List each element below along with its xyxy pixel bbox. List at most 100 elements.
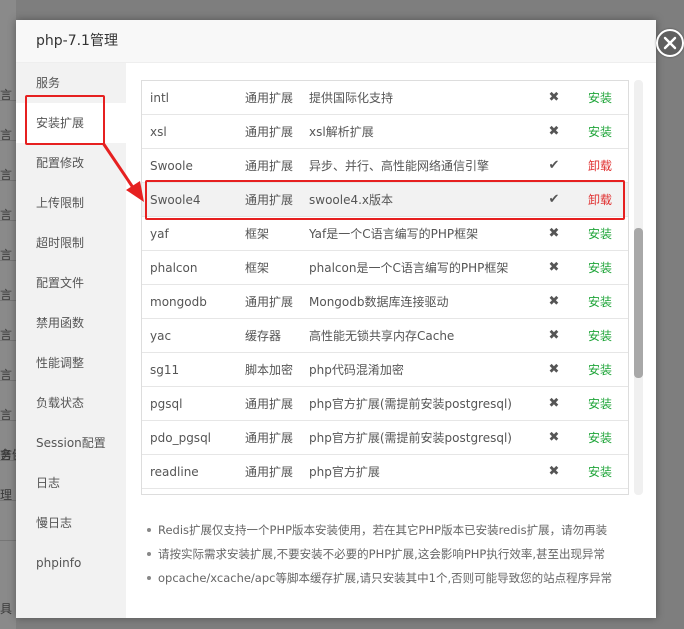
content-panel: intl 通用扩展 提供国际化支持 ✖ 安装 xsl 通用扩展 xsl解析扩展 ✖ 安装 Swool… bbox=[126, 63, 656, 618]
table-row: pgsql 通用扩展 php官方扩展(需提前安装postgresql) ✖ 安装 bbox=[142, 387, 628, 421]
extension-name: pdo_pgsql bbox=[150, 431, 212, 445]
extension-type: 通用扩展 bbox=[245, 431, 294, 445]
background-divider bbox=[0, 420, 16, 421]
cross-icon: ✖ bbox=[548, 124, 560, 139]
annotation-highlight-row bbox=[145, 180, 625, 220]
sidebar-item[interactable]: 负载状态 bbox=[16, 383, 126, 423]
extension-name: sg11 bbox=[150, 363, 180, 377]
background-divider bbox=[0, 300, 16, 301]
sidebar-item[interactable]: Session配置 bbox=[16, 423, 126, 463]
install-link[interactable]: 安装 bbox=[588, 319, 612, 353]
extension-description: Yaf是一个C语言编写的PHP框架 bbox=[309, 227, 479, 241]
background-divider bbox=[0, 180, 16, 181]
extension-name: intl bbox=[150, 91, 169, 105]
sidebar-item[interactable]: 配置文件 bbox=[16, 263, 126, 303]
table-row: intl 通用扩展 提供国际化支持 ✖ 安装 bbox=[142, 81, 628, 115]
extension-description: php官方扩展(需提前安装postgresql) bbox=[309, 397, 512, 411]
sidebar-item[interactable]: 性能调整 bbox=[16, 343, 126, 383]
extension-type: 通用扩展 bbox=[245, 295, 294, 309]
table-row: yac 缓存器 高性能无锁共享内存Cache ✖ 安装 bbox=[142, 319, 628, 353]
sidebar-item[interactable]: 慢日志 bbox=[16, 503, 126, 543]
annotation-highlight-sidebar bbox=[25, 95, 105, 145]
extension-type: 通用扩展 bbox=[245, 397, 294, 411]
cross-icon: ✖ bbox=[548, 226, 560, 241]
install-link[interactable]: 安装 bbox=[588, 217, 612, 251]
extension-type: 框架 bbox=[245, 261, 270, 275]
extension-name: yac bbox=[150, 329, 172, 343]
extension-type: 框架 bbox=[245, 227, 270, 241]
background-divider bbox=[0, 100, 16, 101]
install-link[interactable]: 安装 bbox=[588, 115, 612, 149]
table-row: pdo_pgsql 通用扩展 php官方扩展(需提前安装postgresql) ✖ 安装 bbox=[142, 421, 628, 455]
extension-name: xsl bbox=[150, 125, 167, 139]
extension-description: php代码混淆加密 bbox=[309, 363, 404, 377]
extension-name: pgsql bbox=[150, 397, 183, 411]
background-divider bbox=[0, 140, 16, 141]
install-link[interactable]: 安装 bbox=[588, 455, 612, 489]
install-link[interactable]: 安装 bbox=[588, 81, 612, 115]
sidebar-item[interactable]: 日志 bbox=[16, 463, 126, 503]
dialog-title: php-7.1管理 bbox=[16, 20, 656, 63]
cross-icon: ✖ bbox=[548, 396, 560, 411]
background-divider bbox=[0, 340, 16, 341]
background-text: 具 bbox=[0, 602, 13, 616]
extension-description: 异步、并行、高性能网络通信引擎 bbox=[309, 159, 490, 173]
extension-name: mongodb bbox=[150, 295, 207, 309]
sidebar-item[interactable]: phpinfo bbox=[16, 543, 126, 583]
extension-name: Swoole bbox=[150, 159, 193, 173]
extension-type: 通用扩展 bbox=[245, 159, 294, 173]
scrollbar-thumb[interactable] bbox=[634, 228, 643, 378]
annotation-arrow bbox=[101, 142, 144, 202]
table-row: xsl 通用扩展 xsl解析扩展 ✖ 安装 bbox=[142, 115, 628, 149]
php-manage-dialog: php-7.1管理 服务 安装扩展 配置修改 上传限制 超时限制 配置文件 禁用函数 性能调整… bbox=[16, 20, 684, 618]
table-row: readline 通用扩展 php官方扩展 ✖ 安装 bbox=[142, 455, 628, 489]
install-link[interactable]: 安装 bbox=[588, 285, 612, 319]
background-strip: 言言言言言言言言言言言务健理具 bbox=[0, 0, 16, 629]
extension-description: phalcon是一个C语言编写的PHP框架 bbox=[309, 261, 509, 275]
install-link[interactable]: 安装 bbox=[588, 421, 612, 455]
install-link[interactable]: 安装 bbox=[588, 251, 612, 285]
extension-type: 通用扩展 bbox=[245, 125, 294, 139]
check-icon: ✔ bbox=[548, 158, 560, 173]
cross-icon: ✖ bbox=[548, 328, 560, 343]
install-link[interactable]: 安装 bbox=[588, 353, 612, 387]
extension-description: 高性能无锁共享内存Cache bbox=[309, 329, 455, 343]
table-row: sg11 脚本加密 php代码混淆加密 ✖ 安装 bbox=[142, 353, 628, 387]
install-link[interactable]: 安装 bbox=[588, 387, 612, 421]
extension-name: readline bbox=[150, 465, 199, 479]
note-item: Redis扩展仅支持一个PHP版本安装使用，若在其它PHP版本已安装redis扩… bbox=[144, 518, 644, 542]
cross-icon: ✖ bbox=[548, 464, 560, 479]
extension-table: intl 通用扩展 提供国际化支持 ✖ 安装 xsl 通用扩展 xsl解析扩展 ✖ 安装 Swool… bbox=[141, 80, 629, 495]
table-row: Swoole 通用扩展 异步、并行、高性能网络通信引擎 ✔ 卸载 bbox=[142, 149, 628, 183]
extension-description: php官方扩展(需提前安装postgresql) bbox=[309, 431, 512, 445]
background-divider bbox=[0, 380, 16, 381]
notes-list: Redis扩展仅支持一个PHP版本安装使用，若在其它PHP版本已安装redis扩… bbox=[144, 518, 644, 590]
sidebar-item[interactable]: 超时限制 bbox=[16, 223, 126, 263]
extension-description: 提供国际化支持 bbox=[309, 91, 394, 105]
extension-description: Mongodb数据库连接驱动 bbox=[309, 295, 449, 309]
extension-type: 通用扩展 bbox=[245, 465, 294, 479]
extension-name: yaf bbox=[150, 227, 169, 241]
background-divider bbox=[0, 540, 16, 541]
extension-description: php官方扩展 bbox=[309, 465, 380, 479]
extension-type: 缓存器 bbox=[245, 329, 282, 343]
table-row: phalcon 框架 phalcon是一个C语言编写的PHP框架 ✖ 安装 bbox=[142, 251, 628, 285]
cross-icon: ✖ bbox=[548, 430, 560, 445]
extension-name: phalcon bbox=[150, 261, 198, 275]
sidebar-item[interactable]: 禁用函数 bbox=[16, 303, 126, 343]
extension-type: 脚本加密 bbox=[245, 363, 294, 377]
background-divider bbox=[0, 260, 16, 261]
uninstall-link[interactable]: 卸载 bbox=[588, 149, 612, 183]
background-divider bbox=[0, 220, 16, 221]
cross-icon: ✖ bbox=[548, 260, 560, 275]
extension-type: 通用扩展 bbox=[245, 91, 294, 105]
note-item: 请按实际需求安装扩展,不要安装不必要的PHP扩展,这会影响PHP执行效率,甚至出… bbox=[144, 542, 644, 566]
cross-icon: ✖ bbox=[548, 294, 560, 309]
table-row: mongodb 通用扩展 Mongodb数据库连接驱动 ✖ 安装 bbox=[142, 285, 628, 319]
cross-icon: ✖ bbox=[548, 362, 560, 377]
close-button[interactable] bbox=[656, 29, 684, 57]
background-divider bbox=[0, 500, 16, 501]
close-icon bbox=[663, 36, 677, 50]
scrollbar-track[interactable] bbox=[634, 80, 643, 495]
note-item: opcache/xcache/apc等脚本缓存扩展,请只安装其中1个,否则可能导… bbox=[144, 566, 644, 590]
